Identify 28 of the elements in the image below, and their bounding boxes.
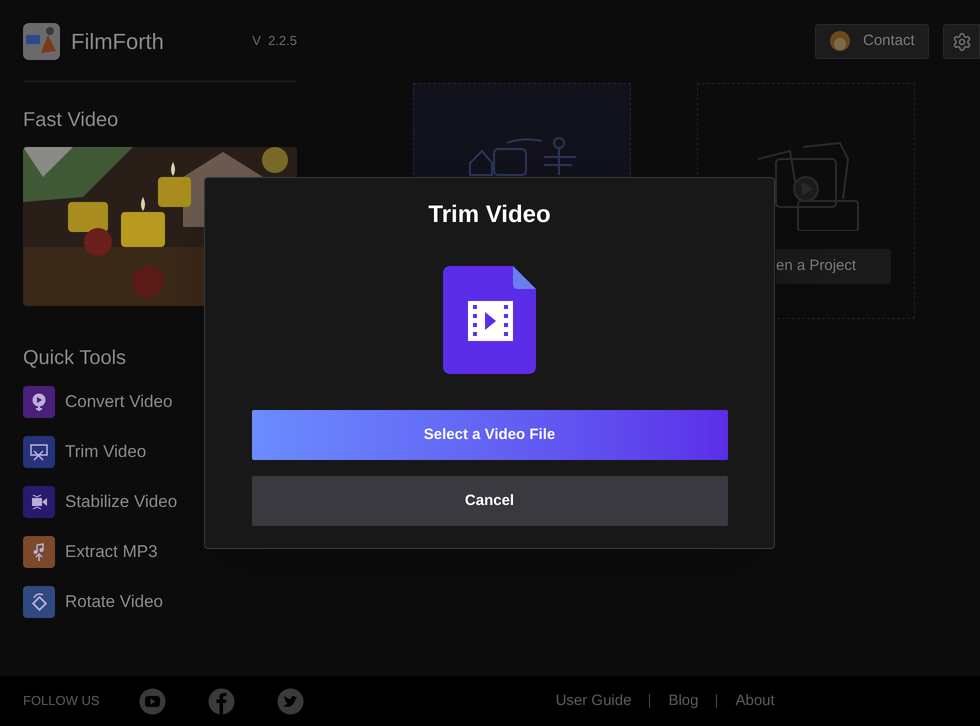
footer-link[interactable]: About [735,690,775,712]
settings-icon [952,32,972,52]
section-title: Fast Video [23,108,120,132]
select-file-button[interactable]: Select a Video File [252,410,728,460]
tool-icon[interactable] [23,386,55,418]
open-project-button[interactable]: en a Project [776,249,891,284]
contact-button[interactable]: Contact [815,24,929,59]
tool-item[interactable]: Rotate Video [65,589,163,615]
tool-item[interactable]: Extract MP3 [65,539,158,565]
settings-button[interactable] [943,24,980,59]
tool-icon[interactable] [23,486,55,518]
follow-us-label: FOLLOW US [23,692,100,710]
footer-link[interactable]: User Guide [556,690,632,712]
app-name: FilmForth [71,28,164,56]
dialog-title: Trim Video [428,200,551,230]
video-file-icon [443,266,536,374]
app-logo [23,22,60,60]
tool-item[interactable]: Trim Video [65,439,146,465]
section-title: Quick Tools [23,346,128,370]
tool-icon[interactable] [23,536,55,568]
tool-icon[interactable] [23,586,55,618]
footer-link[interactable]: Blog [668,690,698,712]
avatar-icon [827,30,853,54]
tool-icon[interactable] [23,436,55,468]
version-label: V 2.2.5 [252,32,297,50]
tool-item[interactable]: Stabilize Video [65,489,178,515]
tool-item[interactable]: Convert Video [65,389,172,415]
cancel-button[interactable]: Cancel [252,476,728,526]
